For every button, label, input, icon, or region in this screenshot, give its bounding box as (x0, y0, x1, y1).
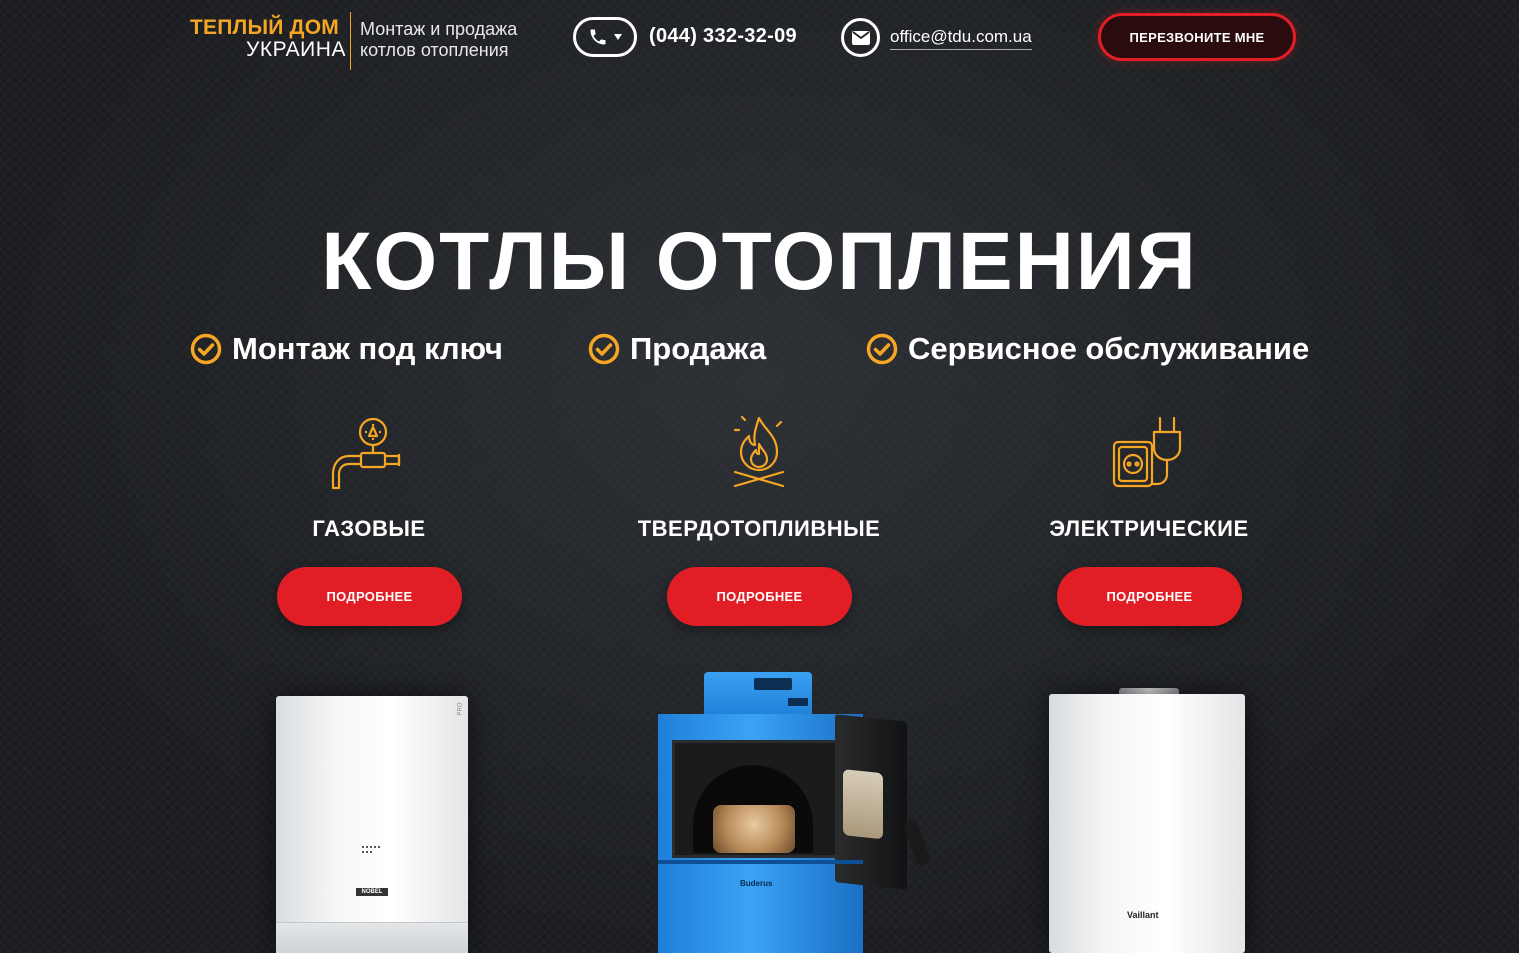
check-circle-icon (588, 333, 620, 365)
feature-service: Сервисное обслуживание (866, 331, 1309, 367)
gas-boiler-image: PRO NOBEL (276, 696, 468, 953)
mail-icon-button[interactable] (841, 18, 880, 57)
feature-sales: Продажа (588, 331, 766, 367)
feature-label: Сервисное обслуживание (908, 331, 1310, 366)
fire-icon (733, 415, 785, 488)
tagline-line-2: котлов отопления (360, 40, 509, 60)
category-title-gas: ГАЗОВЫЕ (312, 516, 426, 541)
more-button-gas[interactable]: ПОДРОБНЕЕ (277, 567, 462, 626)
logo-divider (350, 12, 351, 70)
firewood (713, 805, 795, 853)
feature-installation: Монтаж под ключ (190, 331, 503, 367)
check-circle-icon (866, 333, 898, 365)
boiler-brand-label: NOBEL (356, 888, 388, 896)
boiler-model-label: PRO (457, 702, 464, 716)
phone-dropdown[interactable] (573, 17, 637, 57)
feature-label: Продажа (630, 331, 767, 366)
gas-valve-icon (331, 417, 401, 490)
plug-socket-icon (1112, 416, 1182, 488)
category-title-solid-fuel: ТВЕРДОТОПЛИВНЫЕ (637, 516, 881, 541)
boiler-indicator-dots (362, 846, 382, 854)
chevron-down-icon (614, 34, 622, 40)
more-button-electric[interactable]: ПОДРОБНЕЕ (1057, 567, 1242, 626)
boiler-control-unit (704, 672, 812, 718)
envelope-icon (851, 30, 870, 45)
callback-button[interactable]: ПЕРЕЗВОНИТЕ МНЕ (1098, 13, 1296, 61)
page-title: КОТЛЫ ОТОПЛЕНИЯ (321, 216, 1198, 307)
boiler-brand-label: Buderus (740, 879, 773, 888)
category-title-electric: ЭЛЕКТРИЧЕСКИЕ (1049, 516, 1249, 541)
tagline: Монтаж и продажа котлов отопления (360, 19, 517, 61)
boiler-bottom-panel (276, 922, 468, 953)
solid-fuel-boiler-image: Buderus (652, 668, 942, 953)
feature-label: Монтаж под ключ (232, 331, 503, 366)
boiler-brand-label: Vaillant (1127, 910, 1159, 920)
electric-boiler-image: Vaillant (1049, 694, 1245, 953)
logo-subtitle[interactable]: УКРАИНА (246, 38, 346, 62)
check-circle-icon (190, 333, 222, 365)
email-link[interactable]: office@tdu.com.ua (890, 27, 1032, 50)
more-button-solid-fuel[interactable]: ПОДРОБНЕЕ (667, 567, 852, 626)
phone-icon (590, 29, 606, 45)
phone-number[interactable]: (044) 332-32-09 (649, 25, 797, 48)
tagline-line-1: Монтаж и продажа (360, 19, 518, 39)
boiler-door-frame (672, 740, 842, 858)
logo-title[interactable]: ТЕПЛЫЙ ДОМ (190, 16, 339, 40)
